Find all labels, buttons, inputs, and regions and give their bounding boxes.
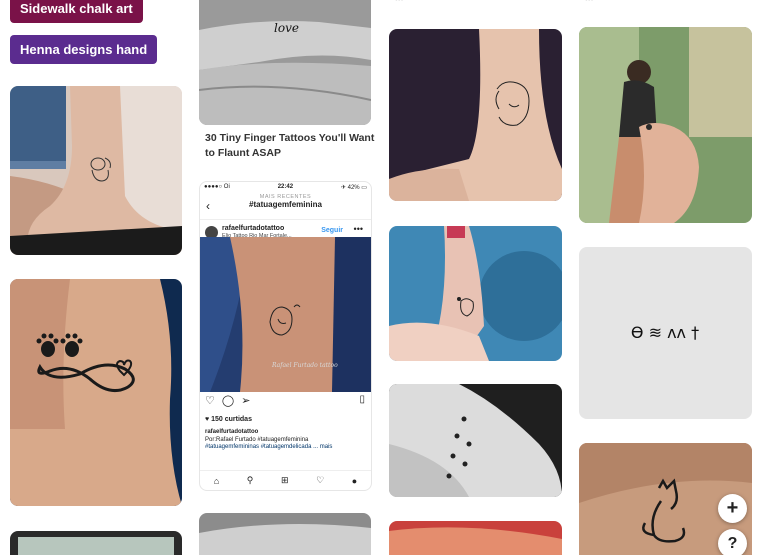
finger-dog-image bbox=[389, 226, 562, 361]
carrier-text: ●●●●○ Oi bbox=[204, 184, 230, 190]
header-hashtag: #tatuagemfeminina bbox=[249, 200, 322, 209]
bookmark-icon: ▯ bbox=[359, 394, 365, 405]
pin-ankle-dog-outline[interactable] bbox=[389, 29, 562, 201]
faded-top-text-col3: ••• bbox=[395, 0, 403, 4]
pin-bottom-col2[interactable] bbox=[199, 513, 371, 555]
caption-line-2: Por:Rafael Furtado #tatuagemfeminina bbox=[205, 436, 309, 443]
caption-username: rafaelfurtadotattoo bbox=[205, 429, 259, 435]
svg-text:Rafael Furtado tattoo: Rafael Furtado tattoo bbox=[271, 362, 338, 369]
ankle-dog-image bbox=[389, 29, 562, 201]
header-subtitle: MAIS RECENTES bbox=[259, 194, 312, 200]
caption-line-3: #tatuagemfemininas #tatuagemdelicada ...… bbox=[205, 444, 333, 450]
profile-avatar-icon: ● bbox=[351, 475, 358, 486]
time-text: 22:42 bbox=[277, 184, 294, 190]
back-arrow-icon: ‹ bbox=[206, 199, 210, 213]
phone-status-bar: ●●●●○ Oi 22:42 ✈ 42% ▭ bbox=[200, 182, 371, 193]
pin-ankle-puppy-tattoo[interactable] bbox=[10, 86, 182, 255]
add-plus-button[interactable]: + bbox=[718, 494, 747, 523]
ankle-puppy-image bbox=[10, 86, 182, 255]
like-heart-icon: ♡ bbox=[205, 395, 215, 407]
chip-henna-designs-hand[interactable]: Henna designs hand bbox=[10, 35, 158, 64]
forearm-dog-image: Rafael Furtado tattoo bbox=[200, 237, 371, 392]
follow-button: Seguir bbox=[321, 227, 343, 234]
bottom-col1-image bbox=[10, 531, 182, 555]
add-post-icon: ⊞ bbox=[280, 475, 289, 485]
more-options-icon: ••• bbox=[353, 224, 363, 234]
pin-bottom-col3[interactable] bbox=[389, 521, 562, 555]
comment-icon: ◯ bbox=[221, 395, 235, 407]
help-button[interactable]: ? bbox=[718, 529, 747, 555]
pin-caption-finger-tattoos[interactable]: 30 Tiny Finger Tattoos You'll Want to Fl… bbox=[205, 131, 375, 161]
battery-text: ✈ 42% ▭ bbox=[340, 185, 367, 191]
post-username: rafaelfurtadotattoo bbox=[222, 224, 285, 232]
instagram-header: ‹ MAIS RECENTES #tatuagemfeminina bbox=[200, 193, 371, 220]
pin-finger-dog-tattoo[interactable] bbox=[389, 226, 562, 361]
pin-finger-love-tattoo[interactable]: love bbox=[199, 0, 371, 125]
pin-toe-tattoo[interactable] bbox=[579, 27, 752, 223]
symbol-design-image: ϴ ≋ ʌʌ † bbox=[579, 247, 752, 419]
pin-symbol-tattoo-design[interactable]: ϴ ≋ ʌʌ † bbox=[579, 247, 752, 419]
chip-sidewalk-chalk-art[interactable]: Sidewalk chalk art bbox=[10, 0, 143, 23]
activity-heart-icon: ♡ bbox=[316, 475, 325, 485]
infinity-paw-image bbox=[10, 279, 182, 506]
bottom-col2-image bbox=[199, 513, 371, 555]
post-photo: Rafael Furtado tattoo bbox=[200, 237, 371, 392]
share-icon: ➢ bbox=[241, 395, 251, 407]
toe-tattoo-image bbox=[579, 27, 752, 223]
faded-top-text-col4: ••• bbox=[585, 0, 593, 4]
pin-instagram-post[interactable]: ●●●●○ Oi 22:42 ✈ 42% ▭ ‹ MAIS RECENTES #… bbox=[199, 181, 372, 491]
like-count: ♥ 150 curtidas bbox=[205, 416, 252, 423]
svg-text:ϴ ≋ ʌʌ †: ϴ ≋ ʌʌ † bbox=[631, 323, 699, 342]
pin-infinity-paw-tattoo[interactable] bbox=[10, 279, 182, 506]
bottom-col3-image bbox=[389, 521, 562, 555]
home-icon: ⌂ bbox=[213, 475, 220, 486]
finger-love-image: love bbox=[199, 0, 371, 125]
pin-bottom-col1[interactable] bbox=[10, 531, 182, 555]
instagram-bottom-nav: ⌂ ⚲ ⊞ ♡ ● bbox=[200, 470, 371, 490]
pin-shoulder-paw-tattoo[interactable] bbox=[389, 384, 562, 497]
shoulder-paw-image bbox=[389, 384, 562, 497]
search-icon: ⚲ bbox=[246, 475, 254, 485]
post-caption: rafaelfurtadotattoo Por:Rafael Furtado #… bbox=[205, 429, 365, 452]
svg-text:love: love bbox=[274, 21, 299, 35]
post-actions: ♡ ◯ ➢ bbox=[205, 394, 250, 407]
